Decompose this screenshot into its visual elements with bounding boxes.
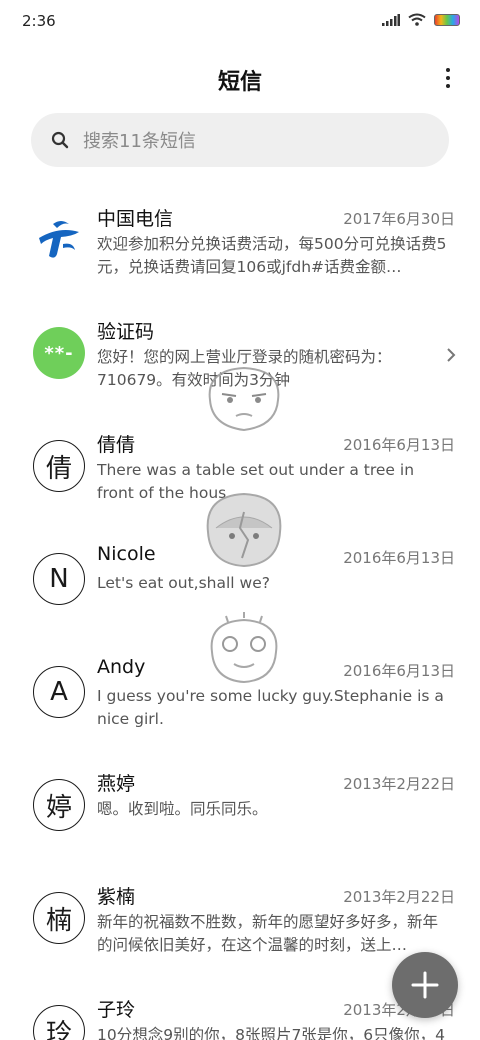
- message-date: 2016年6月13日: [343, 549, 455, 567]
- message-date: 2016年6月13日: [343, 436, 455, 454]
- search-placeholder: 搜索11条短信: [83, 131, 196, 152]
- conversation-list: 中国电信 2017年6月30日 欢迎参加积分兑换话费活动，每500分可兑换话费5…: [0, 188, 480, 1040]
- message-preview: 10分想念9别的你，8张照片7张是你，6只像你，4根骨头3根归你，2爪着地1定是…: [97, 1026, 446, 1040]
- china-telecom-logo-icon: [33, 214, 85, 266]
- conversation-item[interactable]: 婷 燕婷 2013年2月22日 嗯。收到啦。同乐同乐。: [0, 753, 480, 866]
- search-icon: [51, 131, 69, 149]
- status-time: 2:36: [22, 12, 56, 30]
- message-date: 2013年2月22日: [343, 888, 455, 906]
- plus-icon: [411, 971, 439, 999]
- contact-avatar: 楠: [33, 892, 85, 944]
- conversation-item[interactable]: 中国电信 2017年6月30日 欢迎参加积分兑换话费活动，每500分可兑换话费5…: [0, 188, 480, 301]
- message-preview: 新年的祝福数不胜数，新年的愿望好多好多，新年的问候依旧美好，在这个温馨的时刻，送…: [97, 913, 439, 954]
- contact-avatar: N: [33, 553, 85, 605]
- new-message-button[interactable]: [392, 952, 458, 1018]
- conversation-item[interactable]: 倩 倩倩 2016年6月13日 There was a table set ou…: [0, 414, 480, 527]
- contact-avatar: A: [33, 666, 85, 718]
- contact-name: 子玲: [97, 999, 136, 1021]
- contact-name: 倩倩: [97, 434, 136, 456]
- more-options-button[interactable]: [438, 64, 458, 92]
- contact-name: 中国电信: [97, 208, 174, 230]
- title-bar: 短信: [0, 56, 480, 102]
- message-preview: 嗯。收到啦。同乐同乐。: [97, 800, 268, 818]
- contact-avatar: 婷: [33, 779, 85, 831]
- conversation-item[interactable]: **- 验证码 您好！您的网上营业厅登录的随机密码为：710679。有效时间为3…: [0, 301, 480, 414]
- message-preview: I guess you're some lucky guy.Stephanie …: [97, 687, 444, 728]
- message-date: 2017年6月30日: [343, 210, 455, 228]
- contact-avatar: 倩: [33, 440, 85, 492]
- conversation-item[interactable]: A Andy 2016年6月13日 I guess you're some lu…: [0, 640, 480, 753]
- conversation-item[interactable]: N Nicole 2016年6月13日 Let's eat out,shall …: [0, 527, 480, 640]
- page-title: 短信: [217, 70, 262, 95]
- battery-icon: [434, 13, 460, 26]
- message-preview: 欢迎参加积分兑换话费活动，每500分可兑换话费5元，兑换话费请回复106或jfd…: [97, 235, 447, 276]
- contact-name: 紫楠: [97, 886, 136, 908]
- contact-avatar: 玲: [33, 1005, 85, 1040]
- contact-name: 验证码: [97, 321, 155, 343]
- verification-code-avatar: **-: [33, 327, 85, 379]
- message-date: 2016年6月13日: [343, 662, 455, 680]
- status-icons: [382, 13, 460, 26]
- signal-icon: [382, 13, 400, 26]
- contact-name: Andy: [97, 656, 146, 678]
- search-input[interactable]: 搜索11条短信: [31, 113, 449, 167]
- chevron-right-icon[interactable]: [446, 347, 456, 363]
- message-date: 2013年2月22日: [343, 775, 455, 793]
- contact-name: 燕婷: [97, 773, 136, 795]
- more-vertical-icon: [446, 68, 450, 72]
- message-preview: 您好！您的网上营业厅登录的随机密码为：710679。有效时间为3分钟: [97, 348, 392, 389]
- message-preview: Let's eat out,shall we?: [97, 574, 270, 592]
- message-preview: There was a table set out under a tree i…: [97, 461, 415, 502]
- contact-name: Nicole: [97, 543, 156, 565]
- wifi-icon: [408, 13, 426, 26]
- status-bar: 2:36: [0, 0, 480, 44]
